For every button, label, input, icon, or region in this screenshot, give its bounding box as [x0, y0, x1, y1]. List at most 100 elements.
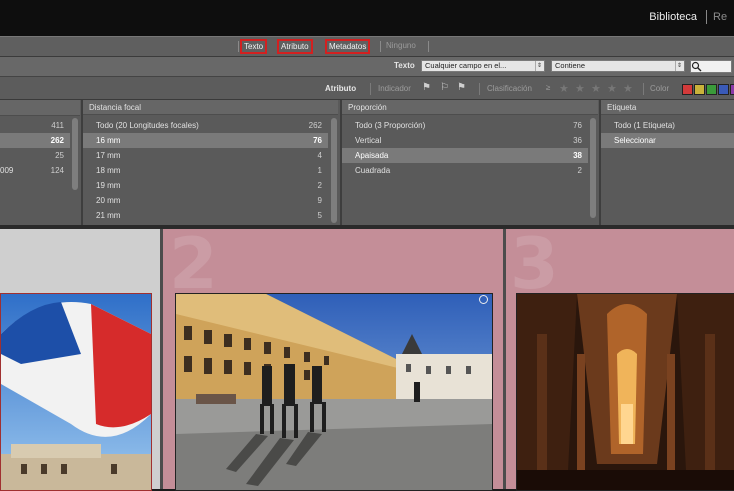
column-header-focal-length[interactable]: Distancia focal [83, 100, 338, 115]
list-item-label: Todo (3 Proporción) [355, 121, 426, 130]
flag-photo [1, 294, 151, 490]
attribute-filter-label: Atributo [325, 84, 357, 93]
grid-cell[interactable] [0, 229, 160, 491]
list-item-count: 262 [308, 121, 322, 130]
color-swatch-red[interactable] [682, 84, 693, 95]
list-item[interactable]: 18 mm 1 [83, 163, 328, 178]
text-field-select[interactable]: Cualquier campo en el... ⇕ [421, 60, 545, 72]
photo-thumbnail[interactable] [175, 293, 493, 491]
updown-arrows-icon: ⇕ [675, 61, 683, 71]
photo-thumbnail[interactable] [516, 293, 734, 491]
attribute-separator [643, 83, 644, 95]
list-item[interactable]: Todo (20 Longitudes focales) 262 [83, 118, 328, 133]
attribute-separator [479, 83, 480, 95]
tab-ninguno[interactable]: Ninguno [386, 41, 416, 50]
list-item[interactable]: 411 [0, 118, 70, 133]
list-item-count: 76 [573, 121, 582, 130]
rating-operator[interactable]: ≥ [546, 83, 550, 92]
scrollbar[interactable] [331, 118, 337, 223]
list-item-label: Todo (1 Etiqueta) [614, 121, 675, 130]
tab-texto[interactable]: Texto [240, 39, 268, 54]
list-item-label: 18 mm [96, 166, 121, 175]
list-item-count: 4 [317, 151, 322, 160]
module-biblioteca[interactable]: Biblioteca [649, 11, 697, 23]
updown-arrows-icon: ⇕ [535, 61, 543, 71]
list-item[interactable]: Todo (3 Proporción) 76 [342, 118, 588, 133]
list-item[interactable]: 21 mm 5 [83, 208, 328, 223]
list-item[interactable]: 17 mm 4 [83, 148, 328, 163]
module-divider [706, 10, 707, 24]
list-item-count: 36 [573, 136, 582, 145]
color-swatch-purple[interactable] [730, 84, 734, 95]
text-rule-value: Contiene [555, 61, 586, 70]
list-item-label: 21 mm [96, 211, 121, 220]
thumbnail-grid: 2 3 [0, 223, 734, 491]
list-item-count: 25 [55, 151, 64, 160]
list-item-label: Todo (20 Longitudes focales) [96, 121, 199, 130]
color-swatch-blue[interactable] [718, 84, 729, 95]
scrollbar[interactable] [72, 118, 78, 190]
search-icon [691, 61, 702, 72]
list-item[interactable]: 20 mm 9 [83, 193, 328, 208]
list-item[interactable]: 16 mm 76 [83, 133, 328, 148]
list-item[interactable]: 25 [0, 148, 70, 163]
text-rule-select[interactable]: Contiene ⇕ [551, 60, 685, 72]
filter-separator [380, 41, 381, 52]
list-item[interactable]: Cuadrada 2 [342, 163, 588, 178]
rating-label: Clasificación [487, 84, 532, 93]
grid-cell-selected[interactable]: 3 [506, 223, 734, 491]
list-item-count: 262 [50, 136, 64, 145]
star-icon[interactable]: ★ [623, 82, 633, 95]
color-swatch-yellow[interactable] [694, 84, 705, 95]
filter-separator [428, 41, 429, 52]
star-icon[interactable]: ★ [575, 82, 585, 95]
color-label: Color [650, 84, 670, 93]
list-item-label: 20 mm [96, 196, 121, 205]
flag-unflagged-icon[interactable]: ⚐ [440, 82, 449, 93]
list-item[interactable]: 009 124 [0, 163, 70, 178]
list-item-label: 17 mm [96, 151, 121, 160]
list-item-label: 16 mm [96, 136, 121, 145]
list-item-count: 38 [573, 151, 582, 160]
star-icon[interactable]: ★ [607, 82, 617, 95]
color-swatch-green[interactable] [706, 84, 717, 95]
library-filter-bar: Texto Atributo Metadatos Ninguno [0, 36, 734, 57]
list-item[interactable]: Apaisada 38 [342, 148, 588, 163]
text-filter-label: Texto [394, 61, 415, 70]
badge-circle-icon [479, 295, 488, 304]
list-item[interactable]: Vertical 36 [342, 133, 588, 148]
column-header-label[interactable]: Etiqueta [601, 100, 734, 115]
list-item-count: 5 [317, 211, 322, 220]
list-item-label: Cuadrada [355, 166, 391, 175]
grid-cell-selected[interactable]: 2 [163, 223, 503, 491]
star-icon[interactable]: ★ [591, 82, 601, 95]
flag-picked-icon[interactable]: ⚑ [422, 82, 431, 93]
module-next[interactable]: Re [713, 11, 727, 23]
list-item[interactable]: Todo (1 Etiqueta) [601, 118, 734, 133]
list-item[interactable]: Seleccionar [601, 133, 734, 148]
star-icon[interactable]: ★ [559, 82, 569, 95]
list-item[interactable]: 262 [0, 133, 70, 148]
text-filter-row: Texto Cualquier campo en el... ⇕ Contien… [0, 57, 734, 77]
attribute-filter-row: Atributo Indicador ⚑ ⚐ ⚑ Clasificación ≥… [0, 77, 734, 100]
list-item-label: 19 mm [96, 181, 121, 190]
flag-rejected-icon[interactable]: ⚑ [457, 82, 466, 93]
module-bar: Biblioteca Re [0, 0, 734, 36]
list-item-label: 009 [0, 166, 14, 175]
photo-thumbnail[interactable] [0, 293, 152, 491]
cathedral-interior-photo [517, 294, 734, 490]
search-input[interactable] [690, 60, 732, 73]
list-item-label: Apaisada [355, 151, 389, 160]
list-item-count: 2 [317, 181, 322, 190]
tab-metadatos[interactable]: Metadatos [325, 39, 371, 54]
tab-atributo[interactable]: Atributo [277, 39, 313, 54]
column-header[interactable] [0, 100, 80, 116]
column-header-aspect-ratio[interactable]: Proporción [342, 100, 598, 115]
list-item[interactable]: 19 mm 2 [83, 178, 328, 193]
filter-separator [238, 41, 239, 52]
metadata-browser: 411 262 25 009 124 Distancia focal Todo (… [0, 100, 734, 225]
list-item-count: 1 [317, 166, 322, 175]
list-item-count: 76 [313, 136, 322, 145]
scrollbar[interactable] [590, 118, 596, 218]
text-field-value: Cualquier campo en el... [425, 61, 507, 70]
